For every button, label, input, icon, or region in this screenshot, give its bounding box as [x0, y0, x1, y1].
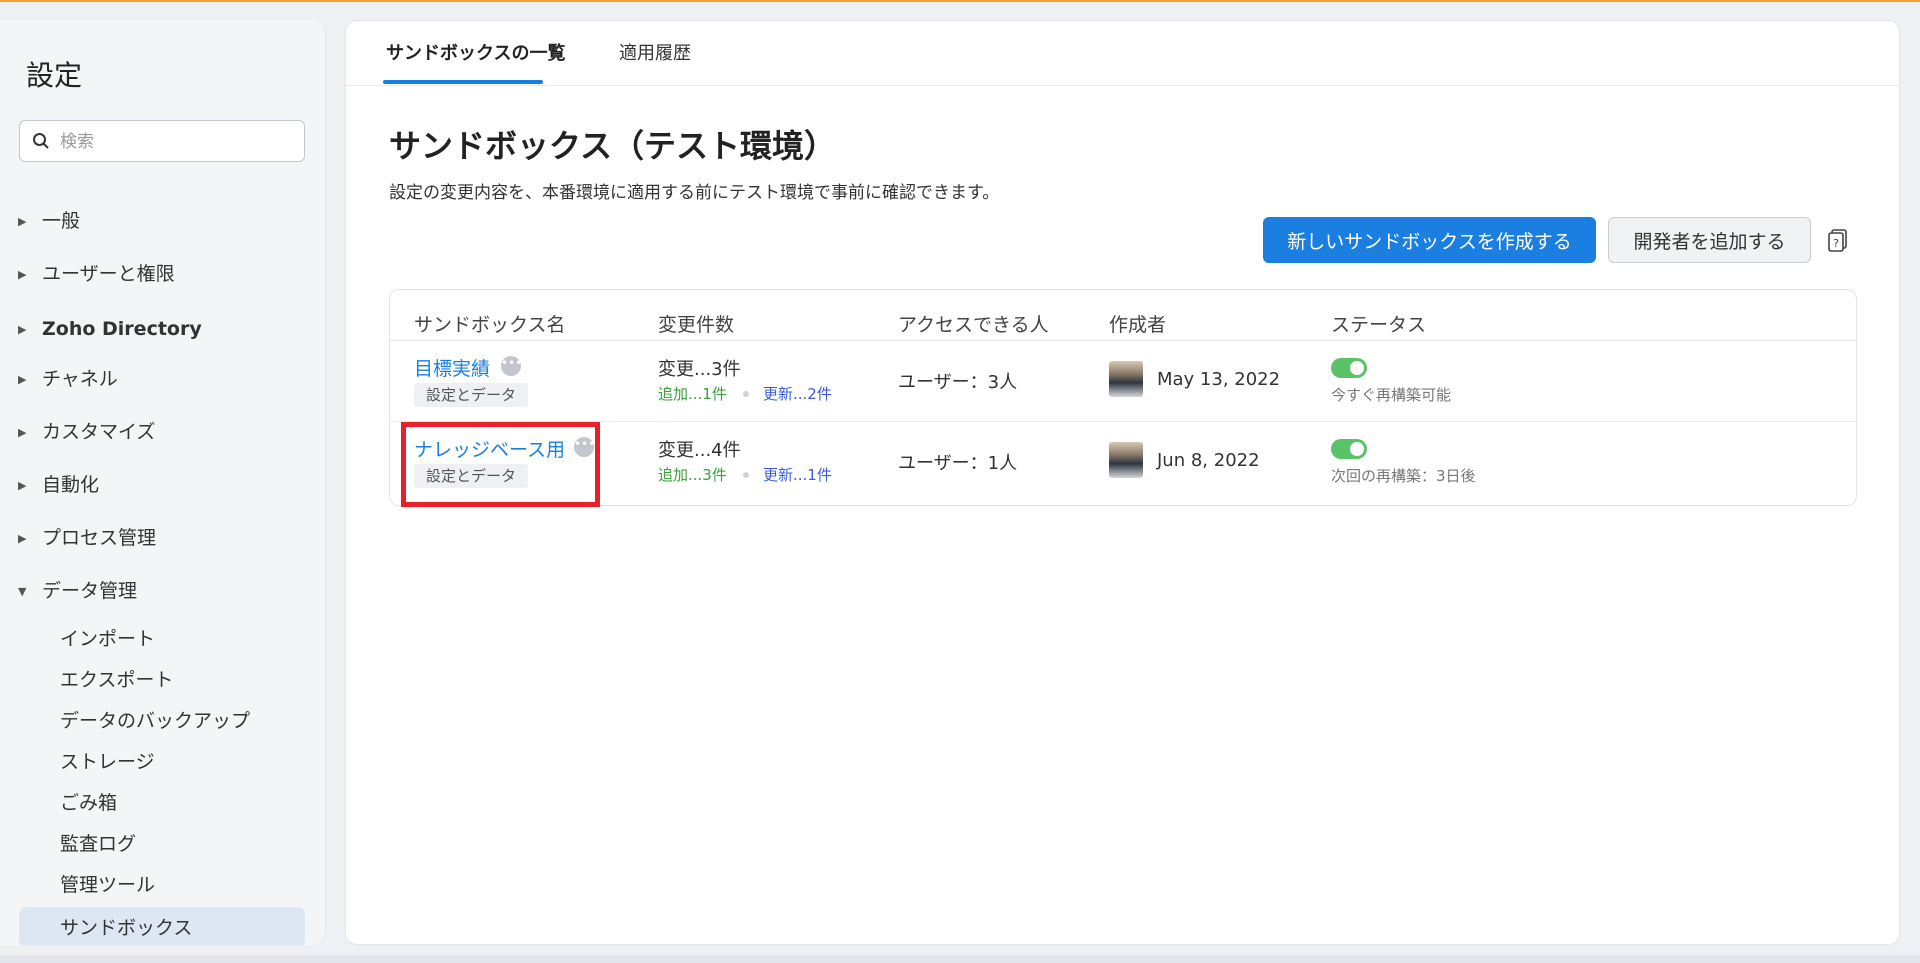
created-date: Jun 8, 2022 [1157, 450, 1260, 471]
chevron-down-icon: ▼ [18, 584, 27, 598]
sidebar-title: 設定 [26, 59, 83, 92]
sidebar-item-zoho-directory[interactable]: ▶ Zoho Directory [18, 313, 308, 345]
sidebar-subitem-admin-tools[interactable]: 管理ツール [60, 869, 300, 901]
more-options-icon[interactable]: ••• [501, 356, 522, 376]
chevron-right-icon: ▶ [18, 425, 27, 439]
sidebar-subitem-backup[interactable]: データのバックアップ [60, 705, 300, 737]
change-count: 変更...3件 [658, 359, 741, 380]
page-description: 設定の変更内容を、本番環境に適用する前にテスト環境で事前に確認できます。 [389, 183, 1000, 203]
col-header-changes: 変更件数 [658, 314, 735, 336]
status-toggle[interactable] [1331, 358, 1367, 378]
avatar [1109, 361, 1143, 397]
status-text: 今すぐ再構築可能 [1331, 386, 1452, 404]
page-title: サンドボックス（テスト環境） [389, 127, 837, 165]
tab-apply-history[interactable]: 適用履歴 [619, 39, 691, 65]
sidebar-subitem-recycle-bin[interactable]: ごみ箱 [60, 787, 300, 819]
sidebar-subitem-sandbox[interactable]: サンドボックス [19, 907, 305, 945]
add-developer-button[interactable]: 開発者を追加する [1608, 217, 1811, 263]
sidebar-subitem-import[interactable]: インポート [60, 623, 300, 655]
col-header-name: サンドボックス名 [414, 314, 566, 336]
sidebar-subitem-audit-log[interactable]: 監査ログ [60, 828, 300, 860]
updated-count: 更新...1件 [763, 466, 832, 484]
chevron-right-icon: ▶ [18, 322, 27, 336]
search-box[interactable] [19, 120, 305, 162]
chevron-right-icon: ▶ [18, 267, 27, 281]
col-header-access: アクセスできる人 [898, 314, 1049, 336]
settings-sidebar: 設定 ▶一般 ▶ユーザーと権限 ▶Zoho Directory ▶チャネル ▶カ… [0, 20, 326, 945]
bottom-bar [0, 955, 1920, 963]
updated-count: 更新...2件 [763, 385, 832, 403]
search-icon [33, 133, 49, 149]
status-toggle[interactable] [1331, 439, 1367, 459]
sidebar-item-process[interactable]: ▶ プロセス管理 [18, 522, 308, 554]
sidebar-subitem-export[interactable]: エクスポート [60, 664, 300, 696]
access-count: ユーザー：1人 [898, 453, 1018, 474]
top-accent-line [0, 0, 1920, 2]
create-sandbox-button[interactable]: 新しいサンドボックスを作成する [1263, 217, 1596, 263]
added-count: 追加...3件 [658, 466, 727, 484]
help-doc-icon[interactable]: ? [1827, 228, 1849, 252]
sidebar-item-users[interactable]: ▶ ユーザーと権限 [18, 258, 308, 290]
tab-sandbox-list[interactable]: サンドボックスの一覧 [386, 39, 565, 65]
active-tab-indicator [383, 80, 543, 84]
sidebar-item-automation[interactable]: ▶ 自動化 [18, 469, 308, 501]
row-divider [390, 421, 1856, 422]
access-count: ユーザー：3人 [898, 372, 1018, 393]
sidebar-item-customize[interactable]: ▶ カスタマイズ [18, 416, 308, 448]
sandbox-type-tag: 設定とデータ [414, 383, 529, 407]
search-input[interactable] [58, 127, 292, 157]
sidebar-item-channels[interactable]: ▶ チャネル [18, 363, 308, 395]
chevron-right-icon: ▶ [18, 372, 27, 386]
tab-bar: サンドボックスの一覧 適用履歴 [346, 21, 1899, 86]
col-header-creator: 作成者 [1109, 314, 1167, 336]
sandbox-name-link[interactable]: 目標実績 [414, 354, 490, 381]
chevron-right-icon: ▶ [18, 531, 27, 545]
header-divider [390, 340, 1856, 341]
col-header-status: ステータス [1331, 314, 1427, 336]
added-count: 追加...1件 [658, 385, 727, 403]
sandbox-table: サンドボックス名 変更件数 アクセスできる人 作成者 ステータス 目標実績 ••… [389, 289, 1857, 507]
created-date: May 13, 2022 [1157, 369, 1281, 390]
sidebar-item-general[interactable]: ▶ 一般 [18, 205, 308, 237]
status-text: 次回の再構築：3日後 [1331, 467, 1476, 485]
avatar [1109, 442, 1143, 478]
sidebar-item-data-management[interactable]: ▼ データ管理 [18, 575, 308, 607]
main-panel: サンドボックスの一覧 適用履歴 サンドボックス（テスト環境） 設定の変更内容を、… [345, 20, 1900, 945]
separator-dot [743, 391, 749, 397]
sidebar-subitem-storage[interactable]: ストレージ [60, 746, 300, 778]
highlight-annotation-box [401, 422, 600, 507]
separator-dot [743, 472, 749, 478]
chevron-right-icon: ▶ [18, 214, 27, 228]
chevron-right-icon: ▶ [18, 478, 27, 492]
svg-text:?: ? [1833, 237, 1839, 250]
change-count: 変更...4件 [658, 440, 741, 461]
